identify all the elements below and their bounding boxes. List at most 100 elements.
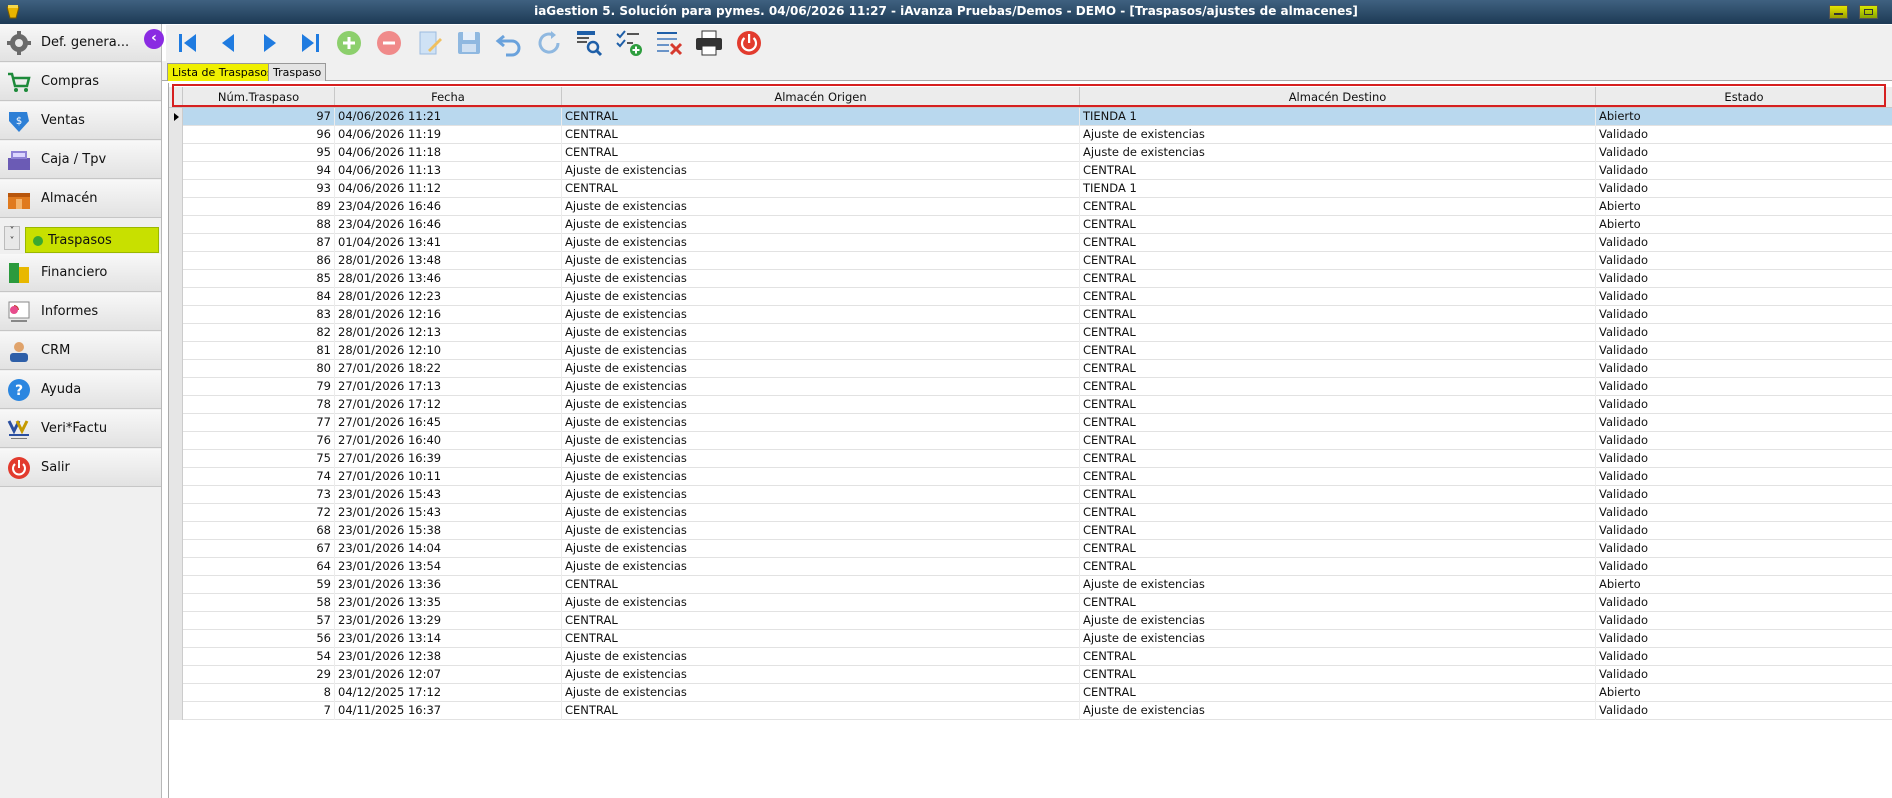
delete-button[interactable] — [374, 28, 406, 58]
row-indicator[interactable] — [169, 432, 183, 450]
table-row[interactable]: 87 01/04/2026 13:41 Ajuste de existencias C… — [169, 234, 1892, 252]
row-indicator[interactable] — [169, 630, 183, 648]
table-row[interactable]: 68 23/01/2026 15:38 Ajuste de existencias C… — [169, 522, 1892, 540]
sidebar-item-compras[interactable]: Compras — [0, 63, 161, 101]
row-indicator[interactable] — [169, 216, 183, 234]
row-indicator[interactable] — [169, 666, 183, 684]
maximize-button[interactable] — [1859, 5, 1878, 19]
table-row[interactable]: 56 23/01/2026 13:14 CENTRAL Ajuste de exist… — [169, 630, 1892, 648]
table-row[interactable]: 84 28/01/2026 12:23 Ajuste de existencias C… — [169, 288, 1892, 306]
table-row[interactable]: 94 04/06/2026 11:13 Ajuste de existencias C… — [169, 162, 1892, 180]
row-indicator[interactable] — [169, 126, 183, 144]
table-row[interactable]: 73 23/01/2026 15:43 Ajuste de existencias C… — [169, 486, 1892, 504]
table-row[interactable]: 80 27/01/2026 18:22 Ajuste de existencias C… — [169, 360, 1892, 378]
exit-button[interactable] — [734, 28, 766, 58]
row-indicator[interactable] — [169, 522, 183, 540]
tab-lista-traspasos[interactable]: Lista de Traspasos — [167, 63, 278, 81]
row-indicator[interactable] — [169, 468, 183, 486]
column-header-fecha[interactable]: Fecha — [335, 87, 562, 108]
row-indicator[interactable] — [169, 504, 183, 522]
table-row[interactable]: 95 04/06/2026 11:18 CENTRAL Ajuste de exist… — [169, 144, 1892, 162]
row-indicator[interactable] — [169, 324, 183, 342]
column-header-estado[interactable]: Estado — [1596, 87, 1892, 108]
row-indicator[interactable] — [169, 234, 183, 252]
sidebar-subitem-traspasos[interactable]: Traspasos — [25, 227, 159, 253]
traspasos-grid[interactable]: Núm.Traspaso Fecha Almacén Origen Almacé… — [168, 83, 1892, 798]
row-indicator[interactable] — [169, 648, 183, 666]
table-row[interactable]: 93 04/06/2026 11:12 CENTRAL TIENDA 1 Validad… — [169, 180, 1892, 198]
table-row[interactable]: 78 27/01/2026 17:12 Ajuste de existencias C… — [169, 396, 1892, 414]
table-row[interactable]: 67 23/01/2026 14:04 Ajuste de existencias C… — [169, 540, 1892, 558]
row-indicator[interactable] — [169, 198, 183, 216]
row-indicator[interactable] — [169, 342, 183, 360]
row-indicator[interactable] — [169, 576, 183, 594]
sidebar-item-financiero[interactable]: Financiero — [0, 254, 161, 292]
table-row[interactable]: 75 27/01/2026 16:39 Ajuste de existencias C… — [169, 450, 1892, 468]
collapse-sidebar-button[interactable]: ‹ — [144, 29, 164, 49]
table-row[interactable]: 54 23/01/2026 12:38 Ajuste de existencias C… — [169, 648, 1892, 666]
row-indicator[interactable] — [169, 180, 183, 198]
column-header-almacen-destino[interactable]: Almacén Destino — [1080, 87, 1596, 108]
next-record-button[interactable] — [254, 28, 286, 58]
remove-line-button[interactable] — [654, 28, 686, 58]
row-indicator[interactable] — [169, 486, 183, 504]
search-button[interactable] — [574, 28, 606, 58]
table-row[interactable]: 8 04/12/2025 17:12 Ajuste de existencias CE… — [169, 684, 1892, 702]
row-indicator[interactable] — [169, 306, 183, 324]
row-indicator[interactable] — [169, 396, 183, 414]
row-indicator[interactable] — [169, 270, 183, 288]
sidebar-item-almacen[interactable]: Almacén — [0, 180, 161, 218]
row-indicator[interactable] — [169, 378, 183, 396]
table-row[interactable]: 57 23/01/2026 13:29 CENTRAL Ajuste de exist… — [169, 612, 1892, 630]
column-header-almacen-origen[interactable]: Almacén Origen — [562, 87, 1080, 108]
table-row[interactable]: 72 23/01/2026 15:43 Ajuste de existencias C… — [169, 504, 1892, 522]
table-row[interactable]: 96 04/06/2026 11:19 CENTRAL Ajuste de exist… — [169, 126, 1892, 144]
sidebar-item-caja-tpv[interactable]: Caja / Tpv — [0, 141, 161, 179]
row-indicator[interactable] — [169, 288, 183, 306]
table-row[interactable]: 79 27/01/2026 17:13 Ajuste de existencias C… — [169, 378, 1892, 396]
row-indicator[interactable] — [169, 558, 183, 576]
table-row[interactable]: 58 23/01/2026 13:35 Ajuste de existencias C… — [169, 594, 1892, 612]
tab-traspaso[interactable]: Traspaso — [268, 63, 327, 81]
row-indicator[interactable] — [169, 252, 183, 270]
print-button[interactable] — [694, 28, 726, 58]
table-row[interactable]: 59 23/01/2026 13:36 CENTRAL Ajuste de exist… — [169, 576, 1892, 594]
add-line-button[interactable] — [614, 28, 646, 58]
table-row[interactable]: 82 28/01/2026 12:13 Ajuste de existencias C… — [169, 324, 1892, 342]
sidebar-item-informes[interactable]: Informes — [0, 293, 161, 331]
row-indicator[interactable] — [169, 144, 183, 162]
table-row[interactable]: 85 28/01/2026 13:46 Ajuste de existencias C… — [169, 270, 1892, 288]
table-row[interactable]: 64 23/01/2026 13:54 Ajuste de existencias C… — [169, 558, 1892, 576]
sidebar-item-salir[interactable]: Salir — [0, 449, 161, 487]
sidebar-item-ayuda[interactable]: ? Ayuda — [0, 371, 161, 409]
edit-button[interactable] — [414, 28, 446, 58]
table-row[interactable]: 89 23/04/2026 16:46 Ajuste de existencias C… — [169, 198, 1892, 216]
row-indicator[interactable] — [169, 702, 183, 720]
row-indicator[interactable] — [169, 414, 183, 432]
table-row[interactable]: 88 23/04/2026 16:46 Ajuste de existencias C… — [169, 216, 1892, 234]
table-row[interactable]: 29 23/01/2026 12:07 Ajuste de existencias C… — [169, 666, 1892, 684]
sidebar-item-def-generales[interactable]: Def. genera... — [0, 24, 161, 62]
table-row[interactable]: 7 04/11/2025 16:37 CENTRAL Ajuste de existe… — [169, 702, 1892, 720]
table-row[interactable]: 83 28/01/2026 12:16 Ajuste de existencias C… — [169, 306, 1892, 324]
sidebar-item-crm[interactable]: CRM — [0, 332, 161, 370]
table-row[interactable]: 74 27/01/2026 10:11 Ajuste de existencias C… — [169, 468, 1892, 486]
row-indicator[interactable] — [169, 684, 183, 702]
sidebar-item-ventas[interactable]: $ Ventas — [0, 102, 161, 140]
table-row[interactable]: 81 28/01/2026 12:10 Ajuste de existencias C… — [169, 342, 1892, 360]
refresh-button[interactable] — [534, 28, 566, 58]
save-button[interactable] — [454, 28, 486, 58]
table-row[interactable]: 97 04/06/2026 11:21 CENTRAL TIENDA 1 Abierto — [169, 108, 1892, 126]
minimize-button[interactable] — [1829, 5, 1848, 19]
row-indicator[interactable] — [169, 108, 183, 126]
column-header-num-traspaso[interactable]: Núm.Traspaso — [183, 87, 335, 108]
previous-record-button[interactable] — [214, 28, 246, 58]
table-row[interactable]: 76 27/01/2026 16:40 Ajuste de existencias C… — [169, 432, 1892, 450]
row-indicator[interactable] — [169, 450, 183, 468]
add-button[interactable] — [334, 28, 366, 58]
sidebar-item-verifactu[interactable]: Veri*Factu — [0, 410, 161, 448]
row-indicator[interactable] — [169, 612, 183, 630]
undo-button[interactable] — [494, 28, 526, 58]
last-record-button[interactable] — [294, 28, 326, 58]
row-indicator[interactable] — [169, 360, 183, 378]
